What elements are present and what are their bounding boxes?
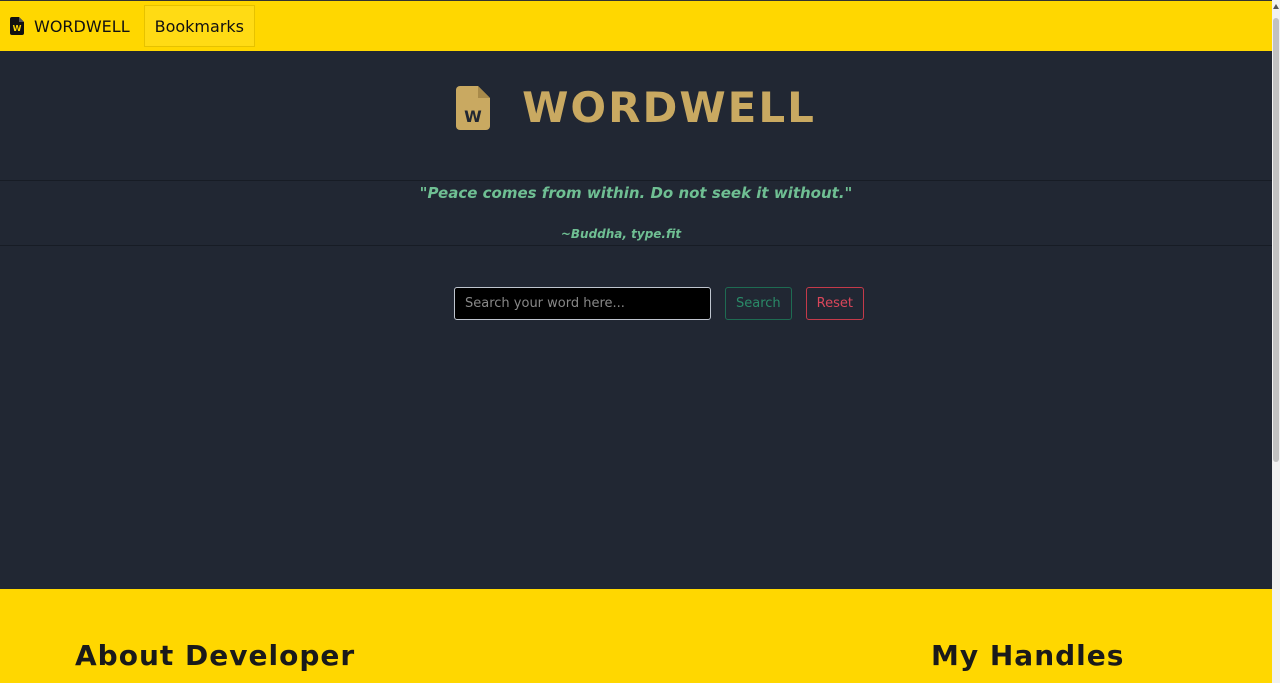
search-input[interactable] (454, 287, 711, 320)
search-form: Search Reset (454, 287, 864, 320)
quote-text: "Peace comes from within. Do not seek it… (419, 184, 853, 202)
top-navbar: W WORDWELL Bookmarks (0, 0, 1272, 51)
footer: About Developer My Handles (0, 589, 1272, 683)
svg-text:W: W (464, 107, 482, 126)
hero-banner: W WORDWELL (0, 51, 1272, 181)
my-handles-heading: My Handles (931, 639, 1125, 672)
reset-button[interactable]: Reset (805, 287, 864, 320)
file-word-icon: W (10, 17, 24, 35)
brand-label: WORDWELL (34, 16, 130, 36)
vertical-scrollbar[interactable] (1272, 0, 1280, 683)
brand-link[interactable]: W WORDWELL (0, 1, 142, 52)
search-button[interactable]: Search (725, 287, 792, 320)
file-word-icon: W (456, 85, 491, 130)
nav-bookmarks-link[interactable]: Bookmarks (143, 5, 255, 47)
quote-author: ~Buddha, type.fit (560, 227, 682, 241)
scroll-thumb[interactable] (1273, 18, 1279, 462)
quote-section: "Peace comes from within. Do not seek it… (0, 180, 1272, 246)
page-title: WORDWELL (522, 83, 816, 132)
svg-text:W: W (13, 24, 22, 33)
scroll-up-arrow-icon[interactable] (1273, 4, 1279, 9)
about-developer-heading: About Developer (75, 639, 356, 672)
